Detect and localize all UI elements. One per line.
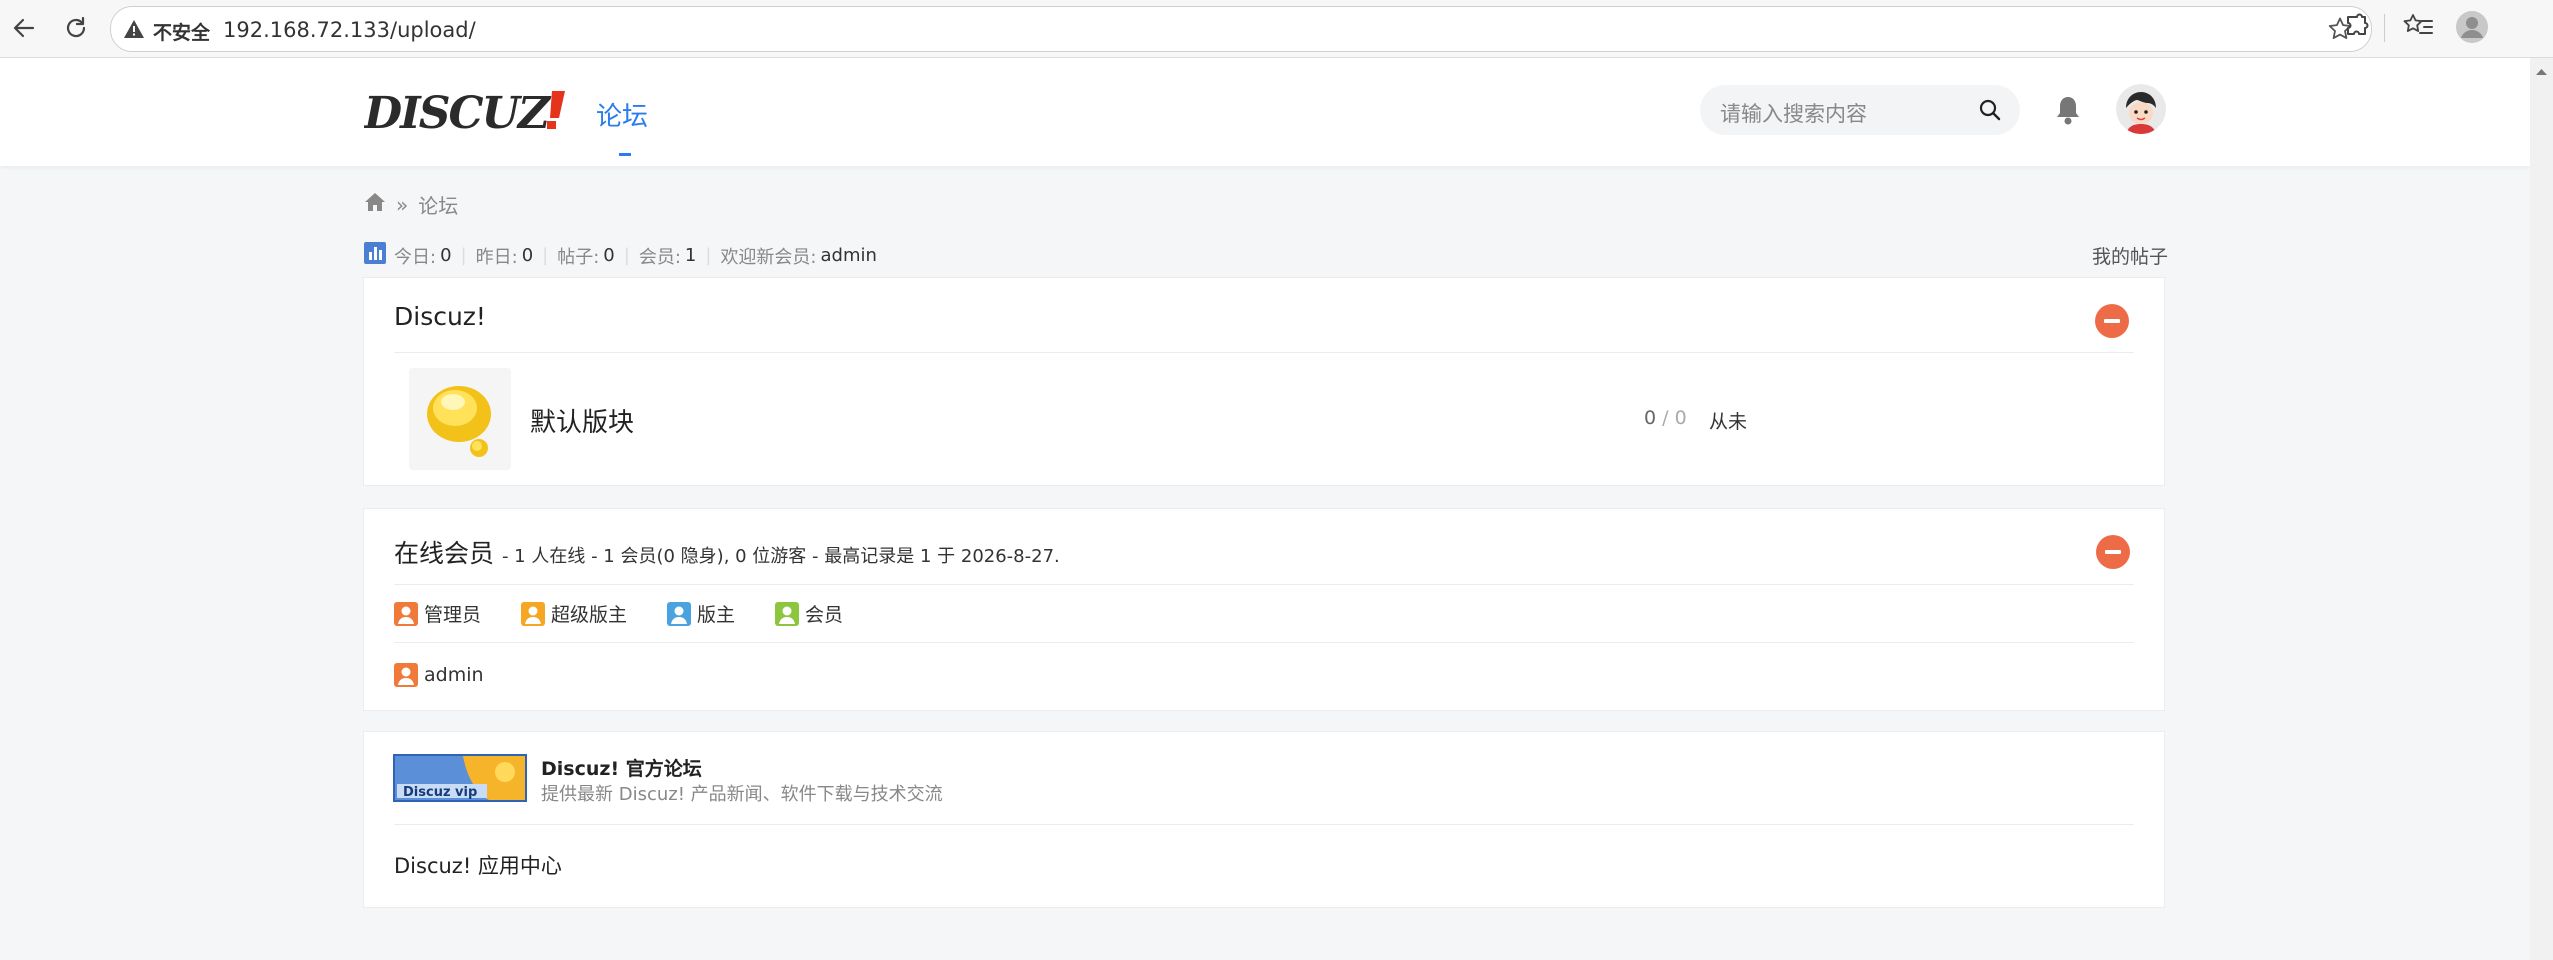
forum-posts: 0	[1674, 407, 1687, 429]
discuz-logo[interactable]: DISCUZ	[362, 88, 570, 140]
breadcrumb-separator: »	[396, 192, 409, 217]
online-user[interactable]: admin	[394, 663, 484, 687]
legend-admin: 管理员	[394, 600, 481, 627]
home-icon[interactable]	[364, 192, 386, 217]
banner-text: Discuz vip	[403, 785, 477, 800]
online-title[interactable]: 在线会员	[394, 539, 494, 568]
nav-active-indicator	[619, 153, 631, 156]
divider	[394, 824, 2134, 825]
stat-today-value: 0	[440, 245, 452, 266]
page-scrollbar[interactable]	[2530, 58, 2553, 960]
legend-super-mod: 超级版主	[521, 600, 627, 627]
category-title[interactable]: Discuz!	[394, 302, 486, 331]
avatar[interactable]	[2116, 84, 2166, 134]
forum-stats: 今日: 0 | 昨日: 0 | 帖子: 0 | 会员: 1 | 欢迎新会员: admin	[364, 242, 877, 269]
stat-today-label: 今日:	[394, 246, 437, 268]
stat-posts-label: 帖子:	[557, 246, 600, 268]
insecure-label[interactable]: 不安全	[153, 18, 210, 45]
legend-member-label: 会员	[805, 604, 844, 626]
divider	[394, 584, 2134, 585]
legend-mod: 版主	[667, 600, 735, 627]
legend-member: 会员	[775, 600, 843, 627]
legend-mod-label: 版主	[697, 604, 736, 626]
favorites-icon[interactable]	[2402, 11, 2434, 45]
site-header: DISCUZ 论坛 请输入搜索内容	[0, 58, 2530, 166]
friend-links-card: Discuz vip Discuz! 官方论坛 提供最新 Discuz! 产品新…	[363, 731, 2165, 908]
reload-icon[interactable]	[60, 12, 92, 44]
stat-welcome-user[interactable]: admin	[821, 245, 877, 266]
extensions-icon[interactable]	[2342, 11, 2372, 45]
category-card: Discuz! 默认版块 0 / 0 从未	[363, 277, 2165, 486]
legend-admin-label: 管理员	[424, 604, 482, 626]
official-forum-title[interactable]: Discuz! 官方论坛	[541, 754, 702, 781]
profile-icon[interactable]	[2455, 10, 2489, 48]
stat-members-value: 1	[684, 245, 697, 266]
breadcrumb-current[interactable]: 论坛	[418, 190, 458, 219]
forum-last-post: 从未	[1709, 411, 1748, 433]
member-user-icon	[775, 601, 800, 626]
search-placeholder: 请输入搜索内容	[1720, 102, 1867, 126]
search-input[interactable]: 请输入搜索内容	[1700, 85, 2020, 135]
divider	[394, 642, 2134, 643]
forum-stats-counts: 0 / 0	[1644, 407, 1687, 429]
admin-user-icon	[394, 601, 418, 626]
collapse-online-button[interactable]	[2096, 535, 2130, 569]
legend-super-mod-label: 超级版主	[551, 604, 628, 626]
app-center-link[interactable]: Discuz! 应用中心	[394, 850, 562, 880]
nav-forum[interactable]: 论坛	[596, 96, 648, 133]
forum-stats-slash: /	[1662, 407, 1669, 429]
moderator-user-icon	[667, 601, 692, 626]
toolbar-divider	[2384, 14, 2385, 42]
breadcrumb: » 论坛	[364, 190, 458, 219]
admin-user-icon	[394, 663, 418, 687]
address-bar[interactable]: 不安全 192.168.72.133/upload/	[110, 6, 2372, 52]
stats-chart-icon	[364, 242, 386, 269]
online-summary: - 1 人在线 - 1 会员(0 隐身), 0 位游客 - 最高记录是 1 于 …	[501, 546, 1060, 567]
online-user-name[interactable]: admin	[424, 664, 484, 686]
official-forum-desc: 提供最新 Discuz! 产品新闻、软件下载与技术交流	[541, 784, 943, 805]
forum-threads: 0	[1644, 407, 1657, 429]
online-legend: 管理员 超级版主 版主 会员	[394, 600, 843, 627]
stat-yesterday-label: 昨日:	[475, 246, 518, 268]
browser-toolbar: 不安全 192.168.72.133/upload/	[0, 0, 2553, 58]
forum-name[interactable]: 默认版块	[530, 402, 634, 439]
warning-icon	[123, 18, 145, 44]
divider	[394, 352, 2134, 353]
collapse-category-button[interactable]	[2095, 304, 2129, 338]
url-text[interactable]: 192.168.72.133/upload/	[223, 18, 476, 42]
stat-members-label: 会员:	[638, 246, 681, 268]
svg-text:DISCUZ: DISCUZ	[364, 88, 552, 136]
discuz-vip-banner[interactable]: Discuz vip	[393, 754, 527, 802]
super-moderator-user-icon	[521, 601, 546, 626]
bell-icon[interactable]	[2054, 94, 2082, 130]
forum-icon[interactable]	[409, 368, 511, 470]
stat-yesterday-value: 0	[521, 245, 534, 266]
online-members-card: 在线会员 - 1 人在线 - 1 会员(0 隐身), 0 位游客 - 最高记录是…	[363, 508, 2165, 711]
back-icon[interactable]	[8, 12, 40, 44]
search-icon[interactable]	[1978, 98, 2002, 126]
my-posts-link[interactable]: 我的帖子	[2092, 242, 2168, 269]
stat-posts-value: 0	[603, 245, 615, 266]
stat-welcome-label: 欢迎新会员:	[720, 246, 817, 268]
online-header: 在线会员 - 1 人在线 - 1 会员(0 隐身), 0 位游客 - 最高记录是…	[394, 534, 1060, 570]
